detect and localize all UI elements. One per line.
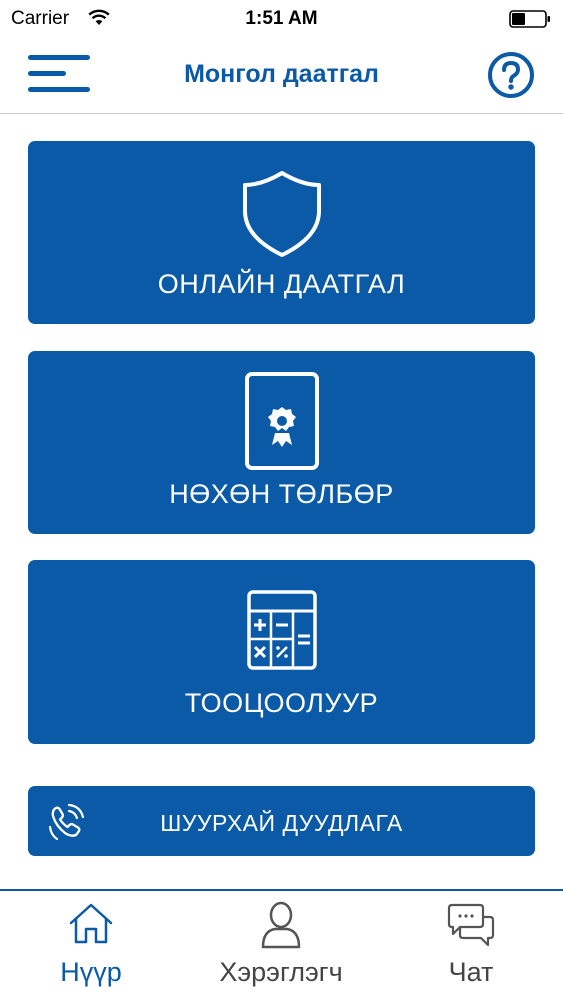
navigation-bar: Монгол даатгал	[0, 38, 563, 114]
status-bar: Carrier 1:51 AM	[0, 0, 563, 38]
status-time: 1:51 AM	[245, 8, 318, 29]
home-icon	[69, 903, 113, 944]
calculator-icon	[246, 590, 317, 670]
help-icon[interactable]	[487, 51, 535, 99]
tab-home[interactable]: Нүүр	[11, 891, 171, 1000]
page-title: Монгол даатгал	[184, 60, 379, 88]
shield-icon	[242, 171, 321, 257]
online-insurance-label: ОНЛАЙН ДААТГАЛ	[157, 269, 406, 299]
chat-icon	[447, 903, 495, 947]
calculator-label: ТООЦООЛУУР	[184, 688, 379, 718]
tab-home-label: Нүүр	[60, 957, 122, 987]
tab-chat-label: Чат	[448, 957, 494, 987]
claim-payment-label: НӨХӨН ТӨЛБӨР	[169, 479, 394, 509]
tab-user-label: Хэрэглэгч	[219, 957, 343, 987]
battery-icon	[509, 10, 550, 28]
online-insurance-tile[interactable]: ОНЛАЙН ДААТГАЛ	[28, 141, 535, 324]
tab-chat[interactable]: Чат	[391, 891, 551, 1000]
tab-user[interactable]: Хэрэглэгч	[201, 891, 361, 1000]
emergency-call-button[interactable]: ШУУРХАЙ ДУУДЛАГА	[28, 786, 535, 856]
user-icon	[261, 901, 301, 949]
emergency-call-label: ШУУРХАЙ ДУУДЛАГА	[160, 810, 403, 836]
calculator-tile[interactable]: ТООЦООЛУУР	[28, 560, 535, 744]
claim-payment-tile[interactable]: НӨХӨН ТӨЛБӨР	[28, 351, 535, 534]
tab-bar: Нүүр Хэрэглэгч Чат	[0, 889, 563, 1000]
certificate-card-icon	[244, 372, 319, 470]
